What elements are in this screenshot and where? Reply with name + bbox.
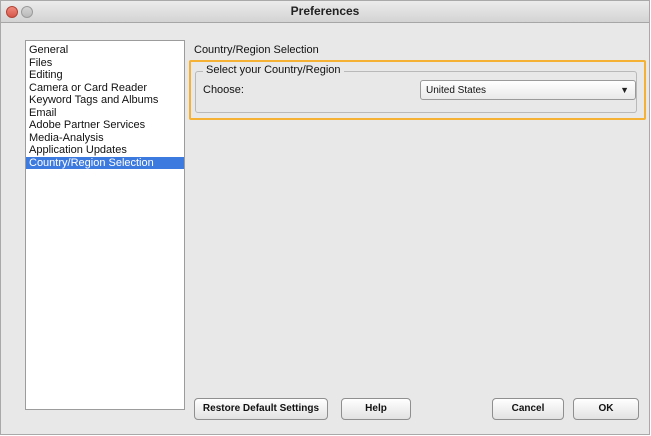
groupbox-legend: Select your Country/Region <box>203 64 344 76</box>
sidebar-item-adobe-partner-services[interactable]: Adobe Partner Services <box>26 119 184 132</box>
sidebar-item-files[interactable]: Files <box>26 57 184 70</box>
sidebar-item-general[interactable]: General <box>26 44 184 57</box>
sidebar-item-country-region-selection[interactable]: Country/Region Selection <box>26 156 184 169</box>
window-title: Preferences <box>290 4 360 18</box>
cancel-button[interactable]: Cancel <box>492 398 564 420</box>
sidebar-item-media-analysis[interactable]: Media-Analysis <box>26 132 184 145</box>
sidebar-item-camera-or-card-reader[interactable]: Camera or Card Reader <box>26 82 184 95</box>
restore-default-settings-button[interactable]: Restore Default Settings <box>194 398 328 420</box>
title-bar: Preferences <box>1 1 649 23</box>
choose-label: Choose: <box>203 84 244 96</box>
preferences-window: Preferences General Files Editing Camera… <box>0 0 650 435</box>
panel-title: Country/Region Selection <box>194 44 319 56</box>
country-select-value: United States <box>426 85 487 96</box>
country-select[interactable]: United States ▼ <box>420 80 636 100</box>
help-button[interactable]: Help <box>341 398 411 420</box>
sidebar-item-email[interactable]: Email <box>26 107 184 120</box>
chevron-down-icon: ▼ <box>620 85 629 95</box>
sidebar-item-keyword-tags-and-albums[interactable]: Keyword Tags and Albums <box>26 94 184 107</box>
preferences-category-list: General Files Editing Camera or Card Rea… <box>25 40 185 410</box>
sidebar-item-application-updates[interactable]: Application Updates <box>26 144 184 157</box>
sidebar-item-editing[interactable]: Editing <box>26 69 184 82</box>
ok-button[interactable]: OK <box>573 398 639 420</box>
